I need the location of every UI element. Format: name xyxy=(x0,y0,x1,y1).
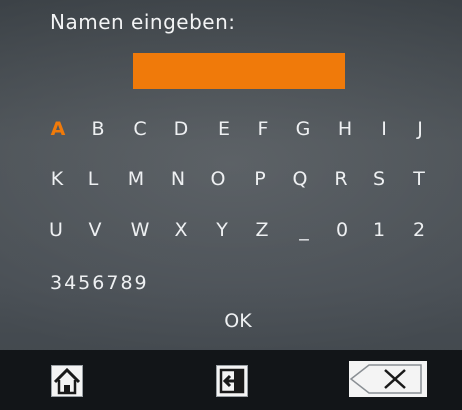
home-icon xyxy=(51,365,83,397)
key-underscore[interactable]: _ xyxy=(289,215,319,245)
backspace-icon xyxy=(349,361,427,397)
backspace-button[interactable] xyxy=(349,361,427,397)
key-f[interactable]: F xyxy=(248,114,278,144)
key-h[interactable]: H xyxy=(330,114,360,144)
key-m[interactable]: M xyxy=(121,164,151,194)
key-1[interactable]: 1 xyxy=(364,215,394,245)
key-0[interactable]: 0 xyxy=(327,215,357,245)
key-c[interactable]: C xyxy=(125,114,155,144)
keyboard-row-2: K L M N O P Q R S T xyxy=(0,164,462,194)
key-n[interactable]: N xyxy=(163,164,193,194)
key-s[interactable]: S xyxy=(364,164,394,194)
name-input[interactable] xyxy=(133,53,345,89)
key-v[interactable]: V xyxy=(80,215,110,245)
key-g[interactable]: G xyxy=(288,114,318,144)
key-y[interactable]: Y xyxy=(207,215,237,245)
enter-icon xyxy=(216,365,248,397)
key-k[interactable]: K xyxy=(42,164,72,194)
ok-button[interactable]: OK xyxy=(208,306,268,336)
keyboard-row-3: U V W X Y Z _ 0 1 2 xyxy=(0,215,462,245)
key-q[interactable]: Q xyxy=(285,164,315,194)
key-o[interactable]: O xyxy=(203,164,233,194)
key-i[interactable]: I xyxy=(369,114,399,144)
key-2[interactable]: 2 xyxy=(404,215,434,245)
key-p[interactable]: P xyxy=(245,164,275,194)
key-x[interactable]: X xyxy=(166,215,196,245)
home-button[interactable] xyxy=(51,365,83,397)
key-w[interactable]: W xyxy=(125,215,155,245)
key-t[interactable]: T xyxy=(404,164,434,194)
page-title: Namen eingeben: xyxy=(50,10,236,34)
key-j[interactable]: J xyxy=(405,114,435,144)
key-d[interactable]: D xyxy=(166,114,196,144)
key-z[interactable]: Z xyxy=(247,215,277,245)
enter-button[interactable] xyxy=(216,365,248,397)
key-r[interactable]: R xyxy=(326,164,356,194)
key-u[interactable]: U xyxy=(41,215,71,245)
key-b[interactable]: B xyxy=(83,114,113,144)
keyboard-row-1: A B C D E F G H I J xyxy=(0,114,462,144)
bottom-toolbar xyxy=(0,350,462,410)
key-e[interactable]: E xyxy=(209,114,239,144)
key-a[interactable]: A xyxy=(43,114,73,144)
name-entry-screen: Namen eingeben: A B C D E F G H I J K L … xyxy=(0,0,462,410)
digit-keys[interactable]: 3456789 xyxy=(50,268,149,298)
key-l[interactable]: L xyxy=(78,164,108,194)
